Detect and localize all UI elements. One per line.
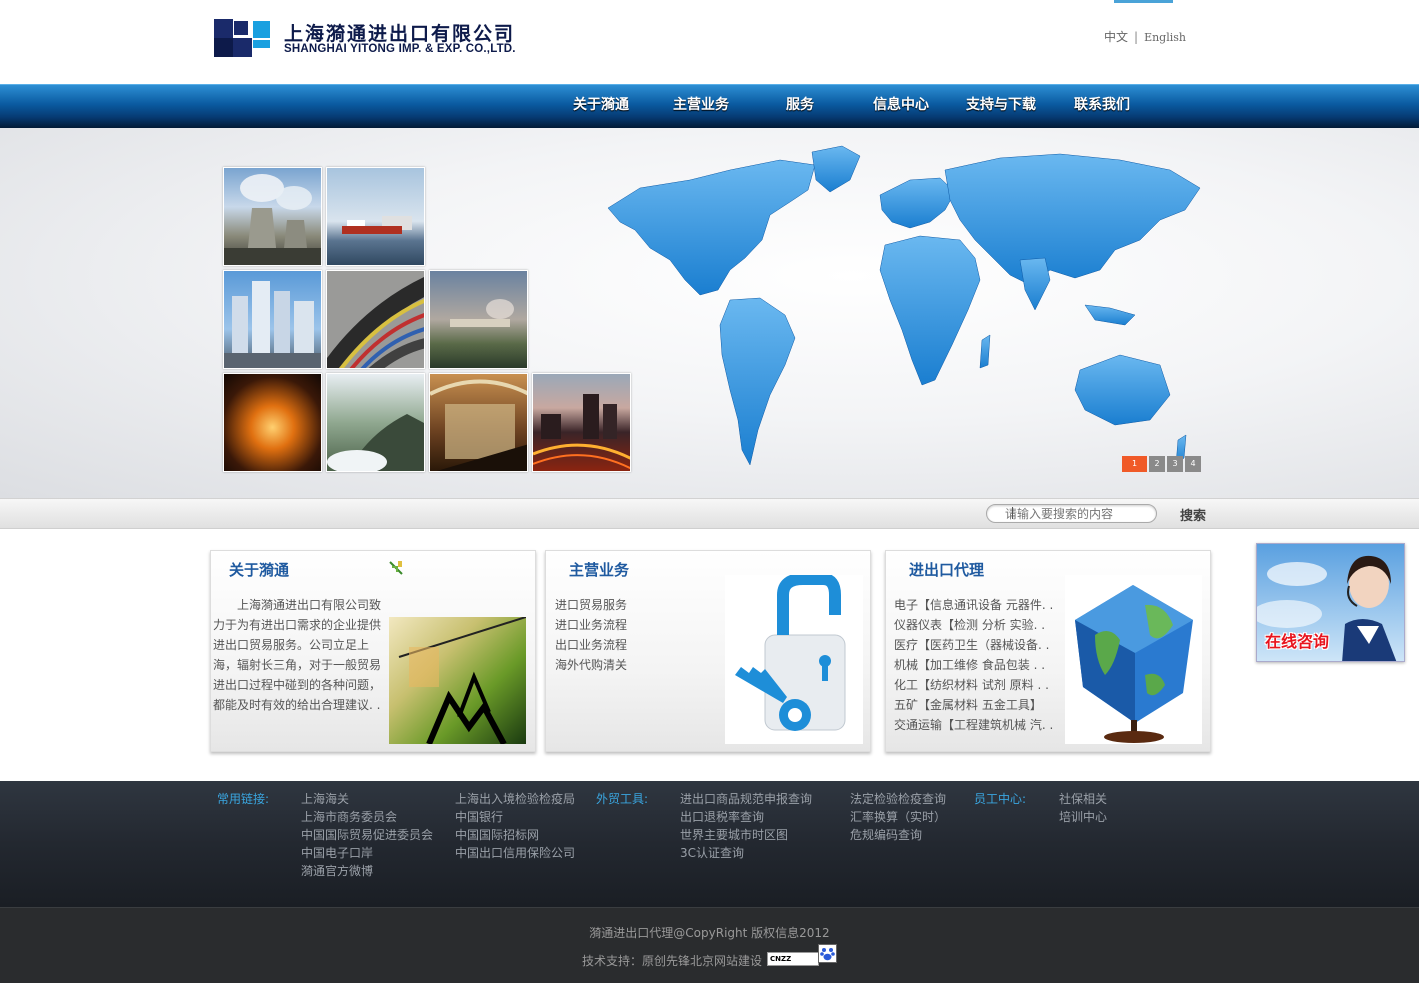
link-commerce-commission[interactable]: 上海市商务委员会 [301, 808, 433, 826]
links-footer: 常用链接: 上海海关 上海市商务委员会 中国国际贸易促进委员会 中国电子口岸 漪… [0, 781, 1419, 907]
photo-cables [326, 270, 425, 369]
nav-item-services[interactable]: 服务 [770, 85, 830, 129]
agency-link-instruments[interactable]: 仪器仪表【检测 分析 实验. . [894, 615, 1053, 635]
panel-agency-title[interactable]: 进出口代理 [909, 559, 984, 580]
common-links-heading: 常用链接: [217, 792, 270, 806]
lock-key-icon [735, 575, 846, 731]
online-consult-label: 在线咨询 [1265, 632, 1330, 651]
panel-about-title[interactable]: 关于漪通 [229, 559, 289, 580]
world-map-graphic [607, 145, 1201, 466]
panel-business: 主营业务 进口贸易服务 进口业务流程 出口业务流程 海外代购清关 [545, 550, 871, 752]
link-shanghai-customs[interactable]: 上海海关 [301, 790, 433, 808]
panel-about: 关于漪通 上海漪通进出口有限公司致力于为有进出口需求的企业提供进出口贸易服务。公… [210, 550, 536, 752]
link-training-center[interactable]: 培训中心 [1059, 808, 1107, 826]
agency-link-transport[interactable]: 交通运输【工程建筑机械 汽. . [894, 715, 1053, 735]
panel-business-list: 进口贸易服务 进口业务流程 出口业务流程 海外代购清关 [555, 595, 627, 675]
agency-link-electronics[interactable]: 电子【信息通讯设备 元器件. . [894, 595, 1053, 615]
main-nav: 关于漪通 主营业务 服务 信息中心 支持与下载 联系我们 [0, 84, 1419, 128]
photo-dam [326, 373, 425, 472]
pager-button-4[interactable]: 4 [1185, 456, 1201, 472]
link-3c-query[interactable]: 3C认证查询 [680, 844, 812, 862]
link-china-eport[interactable]: 中国电子口岸 [301, 844, 433, 862]
lang-english-link[interactable]: English [1144, 31, 1186, 44]
tech-support-text[interactable]: 技术支持：原创先锋北京网站建设 [582, 952, 762, 969]
business-link-import-trade[interactable]: 进口贸易服务 [555, 595, 627, 615]
trade-tools-heading: 外贸工具: [596, 792, 649, 806]
photo-steel-sparks [223, 373, 322, 472]
trade-tools-column-1: 进出口商品规范申报查询 出口退税率查询 世界主要城市时区图 3C认证查询 [680, 790, 812, 862]
leaf-icon [389, 561, 403, 575]
business-link-export-process[interactable]: 出口业务流程 [555, 635, 627, 655]
copyright-footer: 漪通进出口代理@CopyRight 版权信息2012 技术支持：原创先锋北京网站… [0, 907, 1419, 983]
staff-center-heading: 员工中心: [974, 792, 1027, 806]
pager-button-3[interactable]: 3 [1167, 456, 1183, 472]
panel-agency: 进出口代理 电子【信息通讯设备 元器件. . 仪器仪表【检测 分析 实验. . … [885, 550, 1211, 752]
nav-item-info-center[interactable]: 信息中心 [865, 85, 937, 129]
photo-industrial-field [429, 270, 528, 369]
panel-business-title[interactable]: 主营业务 [569, 559, 629, 580]
staff-center-column: 社保相关 培训中心 [1059, 790, 1107, 826]
logo-mark-icon [214, 19, 272, 57]
agency-link-machinery[interactable]: 机械【加工维修 食品包装 . . [894, 655, 1053, 675]
link-declaration-query[interactable]: 进出口商品规范申报查询 [680, 790, 812, 808]
globe-cube-icon [1075, 585, 1193, 743]
nav-item-business[interactable]: 主营业务 [665, 85, 737, 129]
pager-button-1[interactable]: 1 [1122, 456, 1147, 472]
nav-item-contact[interactable]: 联系我们 [1066, 85, 1138, 129]
hero-banner: 1 2 3 4 [0, 128, 1419, 498]
link-ccpit[interactable]: 中国国际贸易促进委员会 [301, 826, 433, 844]
lang-chinese-link[interactable]: 中文 [1104, 30, 1128, 44]
pager-button-2[interactable]: 2 [1149, 456, 1165, 472]
panel-about-text: 上海漪通进出口有限公司致力于为有进出口需求的企业提供进出口贸易服务。公司立足上海… [213, 598, 382, 712]
agency-link-medical[interactable]: 医疗【医药卫生（器械设备. . [894, 635, 1053, 655]
link-dangerous-goods-code[interactable]: 危规编码查询 [850, 826, 946, 844]
link-bank-of-china[interactable]: 中国银行 [455, 808, 575, 826]
agency-link-metals[interactable]: 五矿【金属材料 五金工具】 [894, 695, 1053, 715]
agency-link-chemical[interactable]: 化工【纺织材料 试剂 原料 . . [894, 675, 1053, 695]
nav-item-support-download[interactable]: 支持与下载 [958, 85, 1044, 129]
photo-power-plant [223, 167, 322, 266]
cnzz-badge-icon[interactable]: CNZZ [767, 952, 819, 966]
trade-tools-column-2: 法定检验检疫查询 汇率换算（实时） 危规编码查询 [850, 790, 946, 844]
company-logo[interactable]: 上海漪通进出口有限公司 SHANGHAI YITONG IMP. & EXP. … [214, 19, 530, 59]
common-links-column-1: 上海海关 上海市商务委员会 中国国际贸易促进委员会 中国电子口岸 漪通官方微博 [301, 790, 433, 880]
common-links-column-2: 上海出入境检验检疫局 中国银行 中国国际招标网 中国出口信用保险公司 [455, 790, 575, 862]
header: 上海漪通进出口有限公司 SHANGHAI YITONG IMP. & EXP. … [0, 0, 1419, 84]
link-exchange-rate[interactable]: 汇率换算（实时） [850, 808, 946, 826]
link-social-security[interactable]: 社保相关 [1059, 790, 1107, 808]
baidu-paw-icon[interactable] [818, 944, 837, 963]
link-inspection-query[interactable]: 法定检验检疫查询 [850, 790, 946, 808]
link-bidding-network[interactable]: 中国国际招标网 [455, 826, 575, 844]
search-caret [1012, 507, 1013, 519]
link-sinosure[interactable]: 中国出口信用保险公司 [455, 844, 575, 862]
nav-item-about[interactable]: 关于漪通 [565, 85, 637, 129]
panel-about-image [389, 617, 526, 744]
link-official-weibo[interactable]: 漪通官方微博 [301, 862, 433, 880]
panel-agency-list: 电子【信息通讯设备 元器件. . 仪器仪表【检测 分析 实验. . 医疗【医药卫… [894, 595, 1053, 735]
logo-english-name: SHANGHAI YITONG IMP. & EXP. CO.,LTD. [284, 43, 516, 55]
search-button[interactable]: 搜索 [1170, 503, 1216, 525]
logo-chinese-name: 上海漪通进出口有限公司 [284, 23, 516, 45]
business-link-import-process[interactable]: 进口业务流程 [555, 615, 627, 635]
panel-business-image [725, 575, 863, 744]
lang-separator: | [1134, 30, 1139, 44]
link-tax-refund-query[interactable]: 出口退税率查询 [680, 808, 812, 826]
page: 上海漪通进出口有限公司 SHANGHAI YITONG IMP. & EXP. … [0, 0, 1419, 983]
panel-agency-image [1065, 575, 1202, 744]
search-bar: 搜索 [0, 498, 1419, 529]
language-switch: 中文 | English [1104, 28, 1186, 45]
top-accent-tab [1114, 0, 1173, 3]
copyright-text: 漪通进出口代理@CopyRight 版权信息2012 [589, 926, 830, 940]
photo-workshop [429, 373, 528, 472]
photo-port-ship [326, 167, 425, 266]
online-consult-button[interactable]: 在线咨询 [1256, 543, 1405, 662]
business-link-overseas-purchase[interactable]: 海外代购清关 [555, 655, 627, 675]
link-inspection-bureau[interactable]: 上海出入境检验检疫局 [455, 790, 575, 808]
link-timezone-map[interactable]: 世界主要城市时区图 [680, 826, 812, 844]
photo-city-buildings [223, 270, 322, 369]
